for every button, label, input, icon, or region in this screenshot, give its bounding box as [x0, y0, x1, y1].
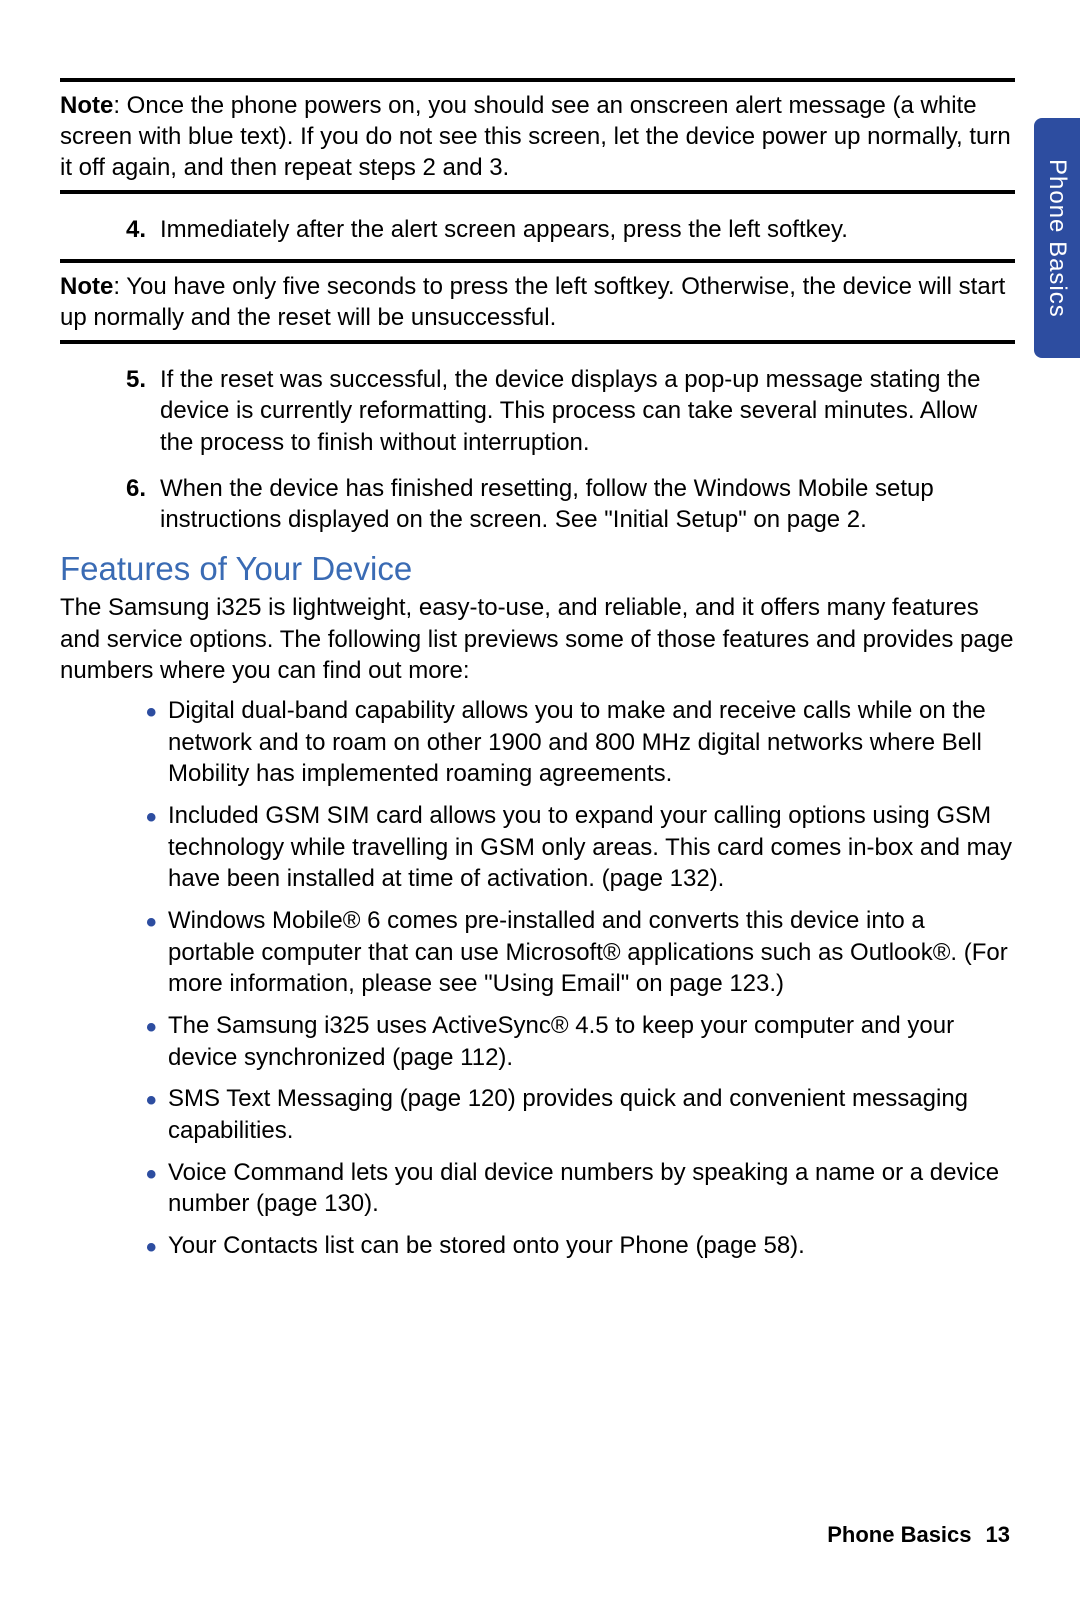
- footer-page-number: 13: [986, 1522, 1010, 1547]
- step-text: When the device has finished resetting, …: [160, 473, 1015, 536]
- footer-section: Phone Basics: [827, 1522, 971, 1547]
- feature-bullet: Digital dual-band capability allows you …: [146, 695, 1015, 790]
- feature-bullet: The Samsung i325 uses ActiveSync® 4.5 to…: [146, 1010, 1015, 1073]
- step-text: Immediately after the alert screen appea…: [160, 214, 1015, 246]
- divider: [60, 190, 1015, 194]
- feature-bullet: Voice Command lets you dial device numbe…: [146, 1157, 1015, 1220]
- step-list: 5. If the reset was successful, the devi…: [60, 364, 1015, 536]
- feature-bullet-list: Digital dual-band capability allows you …: [60, 695, 1015, 1262]
- step-item: 4. Immediately after the alert screen ap…: [60, 214, 1015, 246]
- step-list: 4. Immediately after the alert screen ap…: [60, 214, 1015, 246]
- features-intro: The Samsung i325 is lightweight, easy-to…: [60, 592, 1015, 687]
- page-footer: Phone Basics 13: [827, 1522, 1010, 1548]
- note-text: : Once the phone powers on, you should s…: [60, 92, 1011, 181]
- feature-bullet: Windows Mobile® 6 comes pre-installed an…: [146, 905, 1015, 1000]
- step-item: 6. When the device has finished resettin…: [60, 473, 1015, 536]
- step-item: 5. If the reset was successful, the devi…: [60, 364, 1015, 459]
- step-number: 6.: [60, 473, 160, 536]
- step-number: 5.: [60, 364, 160, 459]
- heading-features: Features of Your Device: [60, 550, 1015, 588]
- note-label: Note: [60, 92, 113, 119]
- divider: [60, 340, 1015, 344]
- note-block: Note: You have only five seconds to pres…: [60, 271, 1015, 333]
- page-content: Note: Once the phone powers on, you shou…: [0, 0, 1080, 1332]
- divider: [60, 78, 1015, 82]
- step-text: If the reset was successful, the device …: [160, 364, 1015, 459]
- note-label: Note: [60, 273, 113, 300]
- divider: [60, 259, 1015, 263]
- feature-bullet: Your Contacts list can be stored onto yo…: [146, 1230, 1015, 1262]
- feature-bullet: SMS Text Messaging (page 120) provides q…: [146, 1083, 1015, 1146]
- step-number: 4.: [60, 214, 160, 246]
- note-text: : You have only five seconds to press th…: [60, 273, 1005, 331]
- feature-bullet: Included GSM SIM card allows you to expa…: [146, 800, 1015, 895]
- note-block: Note: Once the phone powers on, you shou…: [60, 90, 1015, 184]
